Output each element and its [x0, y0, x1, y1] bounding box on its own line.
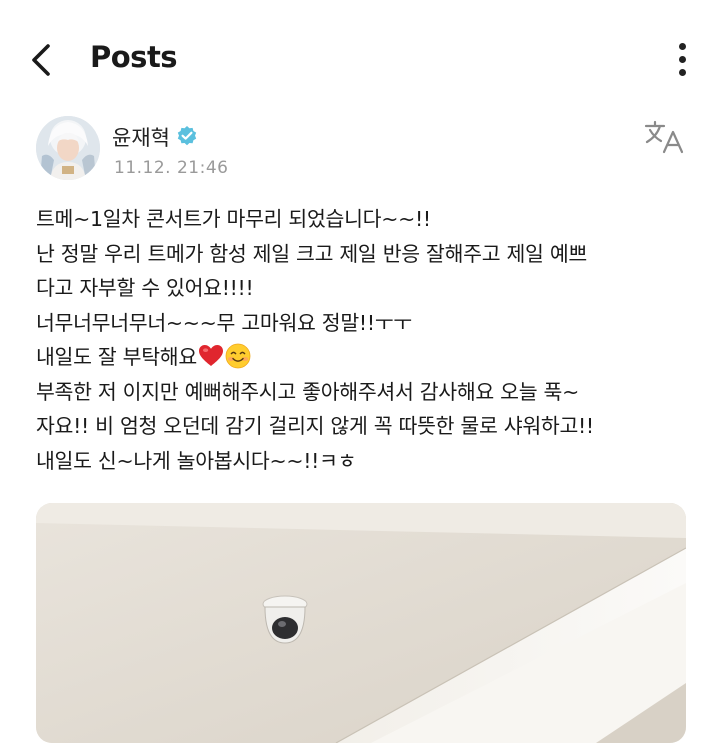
back-button[interactable]	[22, 38, 62, 82]
post-line-with-emoji: 내일도 잘 부탁해요	[36, 340, 696, 375]
more-vertical-icon	[678, 43, 686, 50]
translate-icon[interactable]	[644, 120, 686, 156]
post-author: 윤재혁 11.12. 21:46	[36, 116, 686, 186]
post-line: 다고 자부할 수 있어요!!!!	[36, 276, 254, 300]
top-bar: Posts	[0, 0, 720, 120]
photo-ceiling-with-security-camera	[36, 503, 686, 743]
verified-badge-icon	[177, 126, 197, 146]
author-name[interactable]: 윤재혁	[112, 122, 170, 152]
post-line: 내일도 신~나게 놀아봅시다~~!!ㅋㅎ	[36, 448, 357, 473]
post-line: 부족한 저 이지만 예뻐해주시고 좋아해주셔서 감사해요 오늘 푹~	[36, 379, 579, 404]
post-line: 트메~1일차 콘서트가 마무리 되었습니다~~!!	[36, 207, 431, 231]
post-line: 난 정말 우리 트메가 함성 제일 크고 제일 반응 잘해주고 제일 예쁘	[36, 241, 587, 266]
chevron-left-icon	[32, 44, 50, 76]
post-photo[interactable]	[36, 503, 686, 743]
post-timestamp: 11.12. 21:46	[114, 158, 229, 178]
smiling-face-icon	[225, 343, 251, 369]
avatar[interactable]	[36, 116, 100, 180]
post-line-text: 내일도 잘 부탁해요	[36, 345, 197, 369]
more-options-button[interactable]	[668, 40, 696, 80]
post-line: 너무너무너무너~~~무 고마워요 정말!!ㅜㅜ	[36, 310, 412, 335]
post-text: 트메~1일차 콘서트가 마무리 되었습니다~~!! 난 정말 우리 트메가 함성…	[36, 202, 696, 478]
red-heart-icon	[198, 345, 223, 366]
page-title: Posts	[90, 40, 178, 74]
post-line: 자요!! 비 엄청 오던데 감기 걸리지 않게 꼭 따뜻한 물로 샤워하고!!	[36, 414, 594, 438]
